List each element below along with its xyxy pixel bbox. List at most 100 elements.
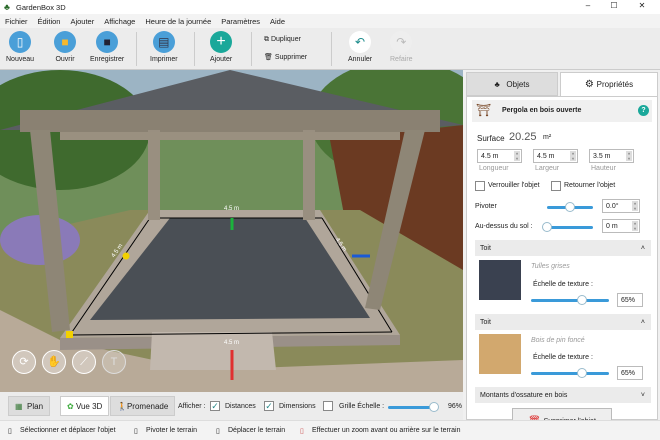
slider-handle[interactable] — [576, 368, 587, 378]
texture-scale-label: Échelle de texture : — [533, 281, 593, 288]
slider-handle[interactable] — [542, 222, 552, 232]
menu-edition[interactable]: Édition — [38, 17, 61, 26]
slider-handle[interactable] — [429, 402, 440, 412]
menu-fichier[interactable]: Fichier — [5, 17, 28, 26]
spinner[interactable]: ˄ ˅ — [570, 151, 576, 161]
label: Promenade — [126, 401, 169, 411]
value: 4.5 m — [537, 152, 555, 160]
save-button[interactable]: ■ Enregistrer — [90, 31, 124, 63]
status-bar: ▯ Sélectionner et déplacer l'objet ▯ Pivot… — [0, 420, 660, 440]
slider-handle[interactable] — [565, 202, 575, 212]
menu-ajouter[interactable]: Ajouter — [70, 17, 94, 26]
object-header: ⛩ Pergola en bois ouverte ? — [472, 100, 652, 122]
pergola-thumbnail-icon: ⛩ — [476, 103, 492, 117]
flip-checkbox[interactable] — [551, 181, 561, 191]
material-name: Bois de pin foncé — [531, 337, 585, 344]
menu-parametres[interactable]: Paramètres — [221, 17, 260, 26]
label: Toit — [480, 244, 491, 252]
section-roof-header[interactable]: Toit ˄ — [475, 240, 651, 256]
texture-scale-slider[interactable] — [531, 295, 609, 305]
app-logo-icon: ♣ — [4, 2, 10, 12]
walk-button[interactable]: 🚶 Promenade — [110, 396, 176, 416]
chevron-up-icon: ˄ — [640, 318, 645, 326]
slider-handle[interactable] — [576, 295, 587, 305]
status-hint: Effectuer un zoom avant ou arrière sur l… — [312, 427, 461, 434]
height-input[interactable]: 3.5 m ˄ ˅ — [589, 149, 634, 163]
texture-swatch-tiles[interactable] — [479, 260, 521, 300]
menu-aide[interactable]: Aide — [270, 17, 285, 26]
lock-checkbox[interactable] — [475, 181, 485, 191]
surface-label: Surface — [477, 134, 505, 143]
texture-scale-slider[interactable] — [531, 368, 609, 378]
duplicate-button[interactable]: ⧉ Dupliquer — [264, 36, 301, 44]
gear-icon: ⚙ — [584, 79, 597, 90]
material-name: Tulles grises — [531, 263, 570, 270]
scale-slider[interactable] — [388, 402, 440, 412]
open-button[interactable]: ■ Ouvrir — [54, 31, 76, 63]
divider — [194, 32, 195, 66]
value: 3.5 m — [593, 152, 611, 160]
dimensions-checkbox[interactable]: ✓ — [264, 401, 274, 411]
label: Toit — [480, 318, 491, 326]
section-frame-header[interactable]: Montants d'ossature en bois ˅ — [475, 387, 651, 403]
spinner[interactable]: ˄ ˅ — [626, 151, 632, 161]
spinner[interactable]: ˄ ˅ — [632, 201, 638, 211]
distances-label: Distances — [225, 403, 256, 410]
close-button[interactable]: ✕ — [632, 1, 652, 10]
view3d-button[interactable]: ✿ Vue 3D — [60, 396, 110, 416]
label: Imprimer — [150, 56, 178, 63]
3d-viewport[interactable]: 4.5 m 4.5 m 4.5 m 4.5 m ⟳ ✋ ⟋ T — [0, 70, 463, 392]
status-hint: Déplacer le terrain — [228, 427, 286, 434]
rotate-slider[interactable] — [547, 202, 593, 212]
label: Supprimer — [274, 54, 308, 61]
tab-proprietes[interactable]: ⚙ Propriétés — [560, 72, 658, 96]
help-button[interactable]: ? — [638, 105, 649, 116]
walking-person-icon: 🚶 — [117, 401, 127, 411]
maximize-button[interactable]: ☐ — [604, 1, 624, 10]
undo-button[interactable]: ↶ Annuler — [348, 31, 372, 63]
chevron-up-icon: ˄ — [640, 244, 645, 252]
label: Annuler — [348, 56, 373, 63]
texture-scale-input[interactable]: 65% — [617, 293, 643, 307]
view-bar: ▦ Plan ✿ Vue 3D 🚶 Promenade Afficher : ✓ … — [0, 392, 463, 420]
menu-bar: Fichier Édition Ajouter Affichage Heure … — [0, 14, 660, 28]
elevation-input[interactable]: 0 m ˄ ˅ — [602, 219, 640, 233]
add-button[interactable]: + Ajouter — [210, 31, 232, 63]
hand-pan-icon[interactable]: ✋ — [42, 350, 66, 374]
rotate-view-icon[interactable]: ⟳ — [12, 350, 36, 374]
print-button[interactable]: ▤ Imprimer — [150, 31, 178, 63]
redo-button[interactable]: ↷ Refaire — [390, 31, 413, 63]
rotate-input[interactable]: 0.0° ˄ ˅ — [602, 199, 640, 213]
redo-icon: ↷ — [390, 31, 413, 53]
distances-checkbox[interactable]: ✓ — [210, 401, 220, 411]
section-wood-header[interactable]: Toit ˄ — [475, 314, 651, 330]
length-input[interactable]: 4.5 m ˄ ˅ — [477, 149, 522, 163]
new-button[interactable]: ▯ Nouveau — [6, 31, 34, 63]
ruler-icon[interactable]: ⟋ — [72, 350, 96, 374]
delete-button[interactable]: 🗑 Supprimer — [264, 53, 307, 61]
floppy-icon: ■ — [96, 31, 119, 53]
width-input[interactable]: 4.5 m ˄ ˅ — [533, 149, 578, 163]
plan-button[interactable]: ▦ Plan — [8, 396, 51, 416]
minimize-button[interactable]: – — [578, 1, 598, 10]
height-label: Hauteur — [591, 165, 616, 172]
menu-affichage[interactable]: Affichage — [104, 17, 135, 26]
undo-icon: ↶ — [349, 31, 372, 53]
length-label: Longueur — [479, 165, 509, 172]
lock-label: Verrouiller l'objet — [488, 182, 540, 189]
surface-value: 20.25 — [509, 131, 537, 143]
tab-objets[interactable]: ♣ Objets — [466, 72, 558, 96]
label: Refaire — [390, 56, 413, 63]
spinner[interactable]: ˄ ˅ — [632, 221, 638, 231]
duplicate-icon: ⧉ — [264, 36, 271, 43]
value: 0.0° — [606, 202, 619, 210]
texture-scale-input[interactable]: 65% — [617, 366, 643, 380]
elevation-slider[interactable] — [542, 222, 593, 232]
text-tool-icon[interactable]: T — [102, 350, 126, 374]
status-hint: Sélectionner et déplacer l'objet — [20, 427, 116, 434]
grid-checkbox[interactable] — [323, 401, 333, 411]
texture-swatch-wood[interactable] — [479, 334, 521, 374]
plan-icon: ▦ — [15, 401, 28, 411]
spinner[interactable]: ˄ ˅ — [514, 151, 520, 161]
menu-heure[interactable]: Heure de la journée — [145, 17, 211, 26]
